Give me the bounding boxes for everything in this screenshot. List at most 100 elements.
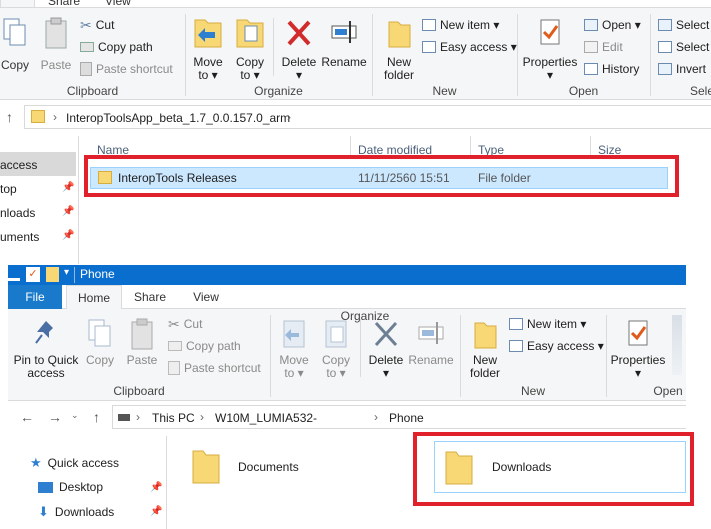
new-item-button[interactable]: New item ▾ <box>509 314 586 334</box>
nav-item-downloads[interactable]: ⬇ Downloads <box>38 504 114 520</box>
nav-item-quick-access[interactable]: access <box>0 158 37 172</box>
copy-path-icon <box>80 42 94 52</box>
copy-button[interactable]: Copy <box>84 317 116 367</box>
delete-button[interactable]: Delete ▾ <box>366 317 406 380</box>
rename-icon <box>331 21 357 43</box>
address-field[interactable]: › InteropToolsApp_beta_1.7_0.0.157.0_arm… <box>24 105 711 129</box>
nav-item-quick-access[interactable]: ★ Quick access <box>30 455 119 471</box>
breadcrumb-chevron-icon: › <box>53 110 57 124</box>
select-all-button[interactable]: Select <box>658 15 709 35</box>
properties-qat-icon[interactable]: ✓ <box>26 267 40 282</box>
properties-button[interactable]: Properties ▾ <box>522 16 578 82</box>
delete-label-2: ▾ <box>295 68 303 82</box>
new-folder-label-2: folder <box>383 68 415 82</box>
easy-access-label: Easy access ▾ <box>527 339 604 353</box>
easy-access-button[interactable]: Easy access ▾ <box>422 37 517 57</box>
address-field[interactable]: › This PC › W10M_LUMIA532- › Phone <box>112 405 686 429</box>
folder-tile-documents[interactable]: Documents <box>190 445 390 489</box>
new-item-button[interactable]: New item ▾ <box>422 15 499 35</box>
easy-access-button[interactable]: Easy access ▾ <box>509 336 604 356</box>
recent-locations-icon[interactable]: ⌄ <box>71 410 79 421</box>
edit-label: Edit <box>602 40 623 54</box>
tab-home[interactable]: Home <box>66 285 122 309</box>
paste-shortcut-button[interactable]: Paste shortcut <box>80 59 173 79</box>
pin-icon <box>35 321 53 344</box>
nav-label: Desktop <box>59 480 104 494</box>
rename-button[interactable]: Rename <box>321 16 367 69</box>
breadcrumb-chevron-icon-2[interactable]: › <box>287 110 291 124</box>
breadcrumb-phone[interactable]: Phone <box>389 411 424 425</box>
qat-dropdown-icon[interactable]: ▾ <box>64 267 69 278</box>
pin-icon: 📌 <box>62 230 75 241</box>
device-icon <box>118 414 130 421</box>
back-arrow-icon[interactable]: ← <box>20 409 34 425</box>
download-icon: ⬇ <box>38 504 49 519</box>
pin-to-quick-access-button[interactable]: Pin to Quick access <box>10 317 82 380</box>
copy-button[interactable]: Copy <box>0 16 30 72</box>
delete-button[interactable]: Delete ▾ <box>280 16 318 82</box>
folder-icon <box>192 450 220 484</box>
pin-icon: 📌 <box>62 206 75 217</box>
new-folder-qat-icon[interactable] <box>46 267 59 282</box>
nav-item-desktop[interactable]: Desktop <box>38 480 103 494</box>
tab-share[interactable]: Share <box>48 0 80 8</box>
forward-arrow-icon[interactable]: → <box>48 409 62 425</box>
breadcrumb-chevron-icon[interactable]: › <box>374 410 378 424</box>
invert-icon <box>658 63 672 75</box>
new-folder-button[interactable]: New folder <box>464 317 506 380</box>
scissors-icon: ✂ <box>168 315 180 332</box>
copy-to-button[interactable]: Copy to ▾ <box>318 317 354 380</box>
scissors-icon: ✂ <box>80 16 92 33</box>
breadcrumb-path[interactable]: InteropToolsApp_beta_1.7_0.0.157.0_arm <box>66 111 290 125</box>
properties-icon <box>628 320 648 346</box>
tab-file[interactable]: File <box>8 285 62 309</box>
nav-item-documents[interactable]: uments <box>0 230 39 244</box>
open-icons-cropped <box>672 315 682 375</box>
move-to-button[interactable]: Move to ▾ <box>190 16 226 82</box>
nav-item-desktop[interactable]: top <box>0 182 17 196</box>
paste-button[interactable]: Paste <box>38 16 74 72</box>
tab-view[interactable]: View <box>180 285 232 309</box>
copy-to-button[interactable]: Copy to ▾ <box>232 16 268 82</box>
cut-button[interactable]: ✂ Cut <box>168 314 202 334</box>
new-group-label: New <box>432 84 457 98</box>
pin-icon: 📌 <box>150 506 163 517</box>
breadcrumb-chevron-icon[interactable]: › <box>200 410 204 424</box>
up-arrow-icon[interactable]: ↑ <box>6 109 13 125</box>
copy-path-button[interactable]: Copy path <box>168 336 241 356</box>
up-arrow-icon[interactable]: ↑ <box>93 409 100 425</box>
history-button[interactable]: History <box>584 59 639 79</box>
move-to-button[interactable]: Move to ▾ <box>276 317 312 380</box>
tab-view[interactable]: View <box>105 0 131 8</box>
edit-button[interactable]: Edit <box>584 37 623 57</box>
open-button[interactable]: Open ▾ <box>584 15 641 35</box>
select-none-button[interactable]: Select <box>658 37 709 57</box>
clipboard-group-label: Clipboard <box>66 84 119 98</box>
breadcrumb-chevron-icon[interactable]: › <box>136 410 140 424</box>
paste-button[interactable]: Paste <box>124 317 160 367</box>
new-item-label: New item ▾ <box>527 317 587 331</box>
copy-path-label: Copy path <box>98 40 153 54</box>
move-to-icon <box>194 19 222 48</box>
breadcrumb-device[interactable]: W10M_LUMIA532- <box>215 411 317 425</box>
rename-label: Rename <box>321 55 367 69</box>
copy-to-label-2: to ▾ <box>326 366 346 380</box>
cut-button[interactable]: ✂ Cut <box>80 15 114 35</box>
properties-button[interactable]: Properties ▾ <box>610 317 666 380</box>
copy-path-button[interactable]: Copy path <box>80 37 153 57</box>
invert-selection-button[interactable]: Invert <box>658 59 706 79</box>
easy-access-icon <box>422 41 436 53</box>
copy-icon <box>88 319 111 347</box>
rename-button[interactable]: Rename <box>408 317 454 367</box>
open-icon <box>584 19 598 31</box>
move-to-label-2: to ▾ <box>284 366 304 380</box>
open-group-label: Open <box>568 84 599 98</box>
tab-share[interactable]: Share <box>124 285 176 309</box>
paste-shortcut-icon <box>80 62 92 76</box>
breadcrumb-this-pc[interactable]: This PC <box>152 411 195 425</box>
new-folder-button[interactable]: New folder <box>378 16 420 82</box>
nav-item-downloads[interactable]: nloads <box>0 206 35 220</box>
pin-icon: 📌 <box>62 182 75 193</box>
title-bar: ✓ ▾ Phone <box>8 265 686 285</box>
paste-shortcut-button[interactable]: Paste shortcut <box>168 358 261 378</box>
